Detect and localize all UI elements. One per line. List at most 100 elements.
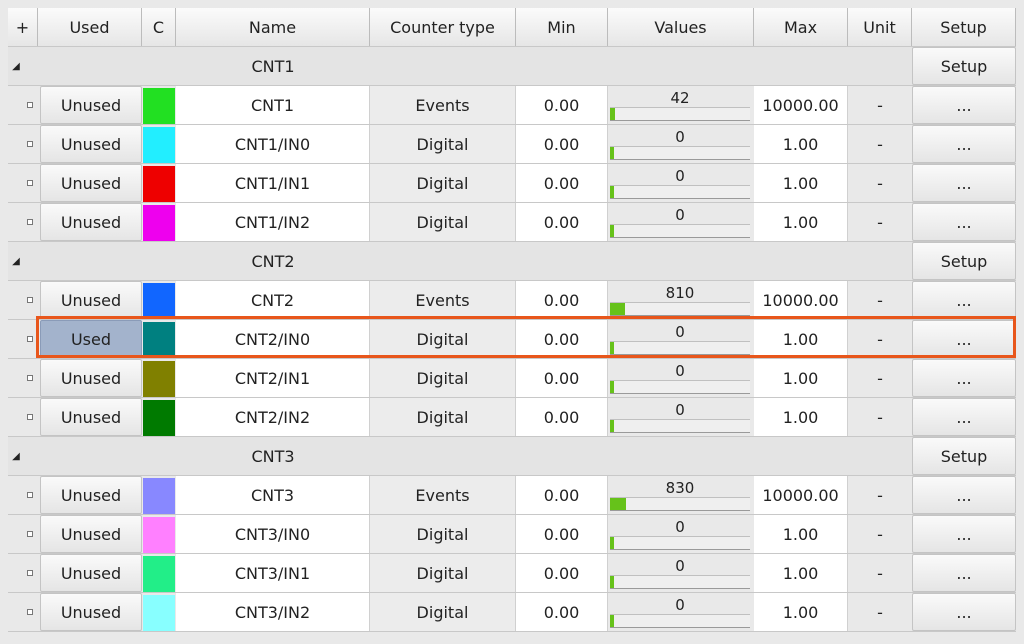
counter-type[interactable]: Digital — [370, 164, 516, 202]
column-header-unit[interactable]: Unit — [848, 8, 912, 46]
group-setup-button[interactable]: Setup — [912, 437, 1016, 475]
value-bar: 0 — [610, 322, 750, 358]
row-setup-button[interactable]: ... — [912, 593, 1016, 631]
table-row[interactable]: Unused CNT1/IN0 Digital 0.00 0 1.00 -... — [8, 125, 1016, 164]
used-toggle-button[interactable]: Unused — [40, 86, 142, 124]
color-swatch[interactable] — [143, 127, 175, 163]
column-header-used[interactable]: Used — [38, 8, 142, 46]
used-toggle-button[interactable]: Used — [40, 320, 142, 358]
row-setup-button[interactable]: ... — [912, 359, 1016, 397]
color-swatch[interactable] — [143, 478, 175, 514]
column-header-max[interactable]: Max — [754, 8, 848, 46]
collapse-triangle-icon[interactable]: ◢ — [8, 242, 24, 280]
row-marker-square — [27, 336, 33, 342]
table-row[interactable]: Unused CNT2/IN1 Digital 0.00 0 1.00 -... — [8, 359, 1016, 398]
color-swatch[interactable] — [143, 205, 175, 241]
counter-type[interactable]: Digital — [370, 515, 516, 553]
color-swatch[interactable] — [143, 595, 175, 631]
counter-type[interactable]: Events — [370, 86, 516, 124]
unit-value: - — [877, 212, 883, 232]
row-setup-button[interactable]: ... — [912, 86, 1016, 124]
collapse-triangle-icon[interactable]: ◢ — [8, 437, 24, 475]
row-setup-button[interactable]: ... — [912, 515, 1016, 553]
color-swatch[interactable] — [143, 283, 175, 319]
row-marker-square — [27, 531, 33, 537]
unit-value: - — [877, 173, 883, 193]
color-swatch[interactable] — [143, 400, 175, 436]
value-bar-track — [610, 575, 750, 589]
collapse-triangle-icon[interactable]: ◢ — [8, 47, 24, 85]
unit-value: - — [877, 329, 883, 349]
column-header-name[interactable]: Name — [176, 8, 370, 46]
row-setup-button[interactable]: ... — [912, 125, 1016, 163]
max-value: 1.00 — [754, 515, 848, 553]
row-marker-square — [27, 102, 33, 108]
counter-type[interactable]: Digital — [370, 593, 516, 631]
current-value: 830 — [665, 479, 695, 497]
column-header-min[interactable]: Min — [516, 8, 608, 46]
group-row[interactable]: ◢ CNT1 Setup — [8, 47, 1016, 86]
row-setup-button[interactable]: ... — [912, 476, 1016, 514]
expand-all-button[interactable]: + — [8, 8, 38, 46]
table-row[interactable]: Unused CNT3/IN2 Digital 0.00 0 1.00 -... — [8, 593, 1016, 632]
used-toggle-button[interactable]: Unused — [40, 476, 142, 514]
used-toggle-button[interactable]: Unused — [40, 281, 142, 319]
min-value: 0.00 — [516, 86, 608, 124]
row-marker-square — [27, 414, 33, 420]
unit-value: - — [877, 134, 883, 154]
counter-type[interactable]: Digital — [370, 359, 516, 397]
table-row[interactable]: Unused CNT1/IN2 Digital 0.00 0 1.00 -... — [8, 203, 1016, 242]
counter-type[interactable]: Digital — [370, 398, 516, 436]
row-setup-button[interactable]: ... — [912, 320, 1016, 358]
table-row[interactable]: Used CNT2/IN0 Digital 0.00 0 1.00 -... — [8, 320, 1016, 359]
table-row[interactable]: Unused CNT3 Events 0.00 830 10000.00 -... — [8, 476, 1016, 515]
color-swatch[interactable] — [143, 361, 175, 397]
row-setup-button[interactable]: ... — [912, 398, 1016, 436]
table-row[interactable]: Unused CNT3/IN0 Digital 0.00 0 1.00 -... — [8, 515, 1016, 554]
row-setup-button[interactable]: ... — [912, 203, 1016, 241]
column-header-counter-type[interactable]: Counter type — [370, 8, 516, 46]
table-row[interactable]: Unused CNT2/IN2 Digital 0.00 0 1.00 -... — [8, 398, 1016, 437]
row-setup-button[interactable]: ... — [912, 281, 1016, 319]
column-header-values[interactable]: Values — [608, 8, 754, 46]
color-swatch[interactable] — [143, 322, 175, 358]
group-row[interactable]: ◢ CNT2 Setup — [8, 242, 1016, 281]
row-marker-icon — [22, 86, 38, 124]
counter-type[interactable]: Events — [370, 476, 516, 514]
value-bar-track — [610, 419, 750, 433]
min-value: 0.00 — [516, 203, 608, 241]
value-bar: 0 — [610, 517, 750, 553]
used-toggle-button[interactable]: Unused — [40, 164, 142, 202]
color-swatch[interactable] — [143, 166, 175, 202]
used-toggle-button[interactable]: Unused — [40, 203, 142, 241]
counter-type[interactable]: Events — [370, 281, 516, 319]
group-setup-button[interactable]: Setup — [912, 242, 1016, 280]
row-setup-button[interactable]: ... — [912, 164, 1016, 202]
group-row[interactable]: ◢ CNT3 Setup — [8, 437, 1016, 476]
column-header-color[interactable]: C — [142, 8, 176, 46]
counter-type[interactable]: Digital — [370, 554, 516, 592]
unit-value: - — [877, 602, 883, 622]
color-swatch[interactable] — [143, 517, 175, 553]
table-row[interactable]: Unused CNT1/IN1 Digital 0.00 0 1.00 -... — [8, 164, 1016, 203]
used-toggle-button[interactable]: Unused — [40, 593, 142, 631]
table-row[interactable]: Unused CNT2 Events 0.00 810 10000.00 -... — [8, 281, 1016, 320]
counter-type[interactable]: Digital — [370, 203, 516, 241]
column-header-setup[interactable]: Setup — [912, 8, 1016, 46]
counter-type[interactable]: Digital — [370, 320, 516, 358]
table-row[interactable]: Unused CNT3/IN1 Digital 0.00 0 1.00 -... — [8, 554, 1016, 593]
used-toggle-button[interactable]: Unused — [40, 125, 142, 163]
used-toggle-button[interactable]: Unused — [40, 515, 142, 553]
current-value: 0 — [675, 362, 685, 380]
counter-type[interactable]: Digital — [370, 125, 516, 163]
row-setup-button[interactable]: ... — [912, 554, 1016, 592]
value-bar-fill — [610, 498, 626, 510]
used-toggle-button[interactable]: Unused — [40, 359, 142, 397]
color-swatch[interactable] — [143, 556, 175, 592]
table-row[interactable]: Unused CNT1 Events 0.00 42 10000.00 -... — [8, 86, 1016, 125]
current-value: 0 — [675, 206, 685, 224]
used-toggle-button[interactable]: Unused — [40, 398, 142, 436]
used-toggle-button[interactable]: Unused — [40, 554, 142, 592]
color-swatch[interactable] — [143, 88, 175, 124]
group-setup-button[interactable]: Setup — [912, 47, 1016, 85]
